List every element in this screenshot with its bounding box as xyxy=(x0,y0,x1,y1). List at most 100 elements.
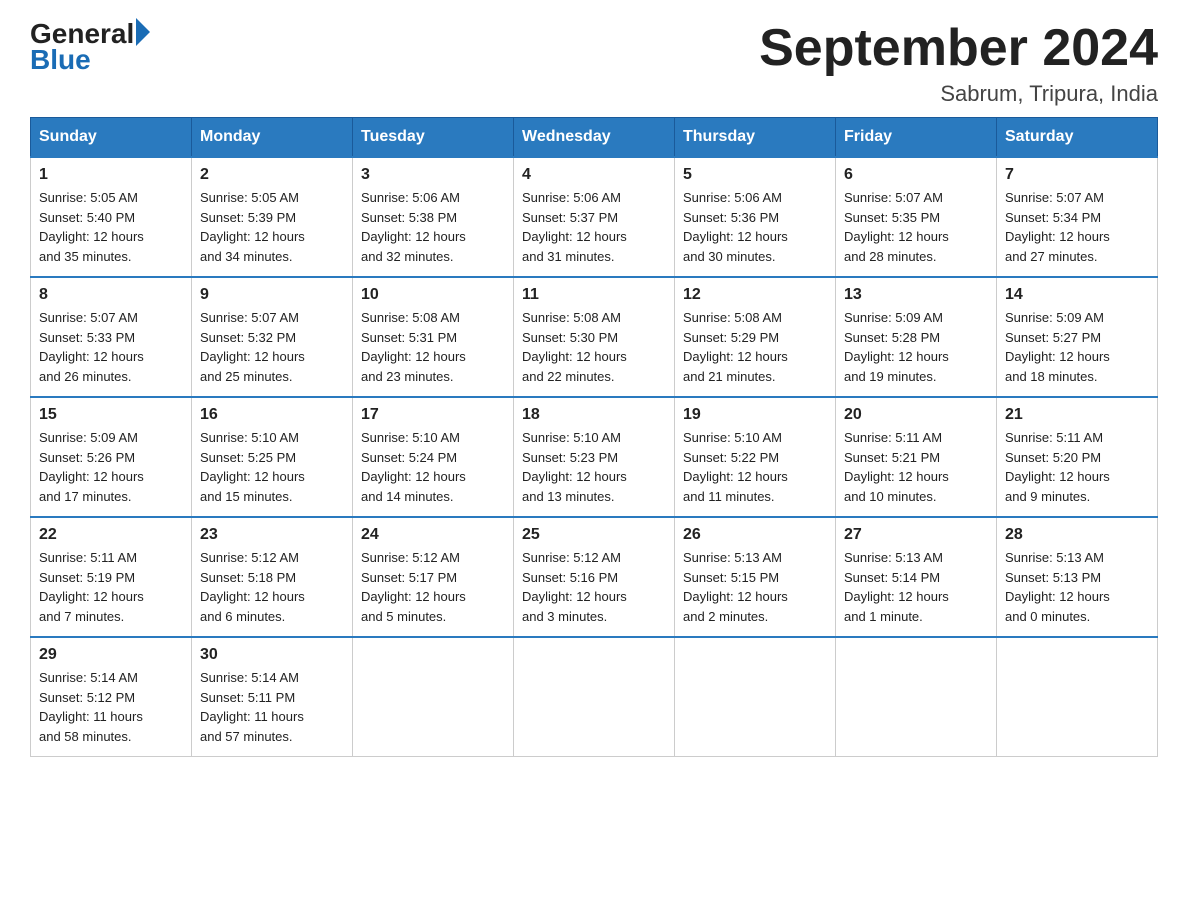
week-row-2: 8 Sunrise: 5:07 AMSunset: 5:33 PMDayligh… xyxy=(31,277,1158,397)
calendar-cell: 22 Sunrise: 5:11 AMSunset: 5:19 PMDaylig… xyxy=(31,517,192,637)
logo-arrow-icon xyxy=(136,18,150,46)
calendar-cell: 5 Sunrise: 5:06 AMSunset: 5:36 PMDayligh… xyxy=(675,157,836,277)
day-info: Sunrise: 5:05 AMSunset: 5:40 PMDaylight:… xyxy=(39,190,144,264)
week-row-3: 15 Sunrise: 5:09 AMSunset: 5:26 PMDaylig… xyxy=(31,397,1158,517)
day-info: Sunrise: 5:12 AMSunset: 5:17 PMDaylight:… xyxy=(361,550,466,624)
day-number: 17 xyxy=(361,406,505,424)
calendar-cell xyxy=(353,637,514,757)
calendar-cell: 21 Sunrise: 5:11 AMSunset: 5:20 PMDaylig… xyxy=(997,397,1158,517)
day-info: Sunrise: 5:09 AMSunset: 5:26 PMDaylight:… xyxy=(39,430,144,504)
month-title: September 2024 xyxy=(759,20,1158,77)
calendar-cell: 1 Sunrise: 5:05 AMSunset: 5:40 PMDayligh… xyxy=(31,157,192,277)
day-number: 24 xyxy=(361,526,505,544)
header-saturday: Saturday xyxy=(997,118,1158,158)
calendar-cell xyxy=(675,637,836,757)
title-area: September 2024 Sabrum, Tripura, India xyxy=(759,20,1158,107)
calendar-cell: 10 Sunrise: 5:08 AMSunset: 5:31 PMDaylig… xyxy=(353,277,514,397)
day-number: 7 xyxy=(1005,166,1149,184)
calendar-table: SundayMondayTuesdayWednesdayThursdayFrid… xyxy=(30,117,1158,757)
calendar-cell: 3 Sunrise: 5:06 AMSunset: 5:38 PMDayligh… xyxy=(353,157,514,277)
day-info: Sunrise: 5:10 AMSunset: 5:24 PMDaylight:… xyxy=(361,430,466,504)
calendar-cell: 11 Sunrise: 5:08 AMSunset: 5:30 PMDaylig… xyxy=(514,277,675,397)
day-number: 20 xyxy=(844,406,988,424)
day-number: 15 xyxy=(39,406,183,424)
day-number: 19 xyxy=(683,406,827,424)
calendar-cell: 24 Sunrise: 5:12 AMSunset: 5:17 PMDaylig… xyxy=(353,517,514,637)
week-row-4: 22 Sunrise: 5:11 AMSunset: 5:19 PMDaylig… xyxy=(31,517,1158,637)
header-thursday: Thursday xyxy=(675,118,836,158)
day-number: 14 xyxy=(1005,286,1149,304)
calendar-cell: 6 Sunrise: 5:07 AMSunset: 5:35 PMDayligh… xyxy=(836,157,997,277)
week-row-5: 29 Sunrise: 5:14 AMSunset: 5:12 PMDaylig… xyxy=(31,637,1158,757)
calendar-cell: 9 Sunrise: 5:07 AMSunset: 5:32 PMDayligh… xyxy=(192,277,353,397)
calendar-cell xyxy=(997,637,1158,757)
day-info: Sunrise: 5:07 AMSunset: 5:32 PMDaylight:… xyxy=(200,310,305,384)
day-info: Sunrise: 5:11 AMSunset: 5:21 PMDaylight:… xyxy=(844,430,949,504)
day-info: Sunrise: 5:06 AMSunset: 5:37 PMDaylight:… xyxy=(522,190,627,264)
day-info: Sunrise: 5:10 AMSunset: 5:22 PMDaylight:… xyxy=(683,430,788,504)
calendar-cell: 23 Sunrise: 5:12 AMSunset: 5:18 PMDaylig… xyxy=(192,517,353,637)
calendar-cell: 20 Sunrise: 5:11 AMSunset: 5:21 PMDaylig… xyxy=(836,397,997,517)
calendar-cell: 15 Sunrise: 5:09 AMSunset: 5:26 PMDaylig… xyxy=(31,397,192,517)
calendar-cell: 13 Sunrise: 5:09 AMSunset: 5:28 PMDaylig… xyxy=(836,277,997,397)
day-info: Sunrise: 5:09 AMSunset: 5:27 PMDaylight:… xyxy=(1005,310,1110,384)
day-info: Sunrise: 5:11 AMSunset: 5:20 PMDaylight:… xyxy=(1005,430,1110,504)
day-number: 30 xyxy=(200,646,344,664)
day-number: 26 xyxy=(683,526,827,544)
logo: General Blue xyxy=(30,20,150,76)
day-info: Sunrise: 5:14 AMSunset: 5:12 PMDaylight:… xyxy=(39,670,143,744)
day-number: 29 xyxy=(39,646,183,664)
header-friday: Friday xyxy=(836,118,997,158)
calendar-cell: 8 Sunrise: 5:07 AMSunset: 5:33 PMDayligh… xyxy=(31,277,192,397)
day-number: 1 xyxy=(39,166,183,184)
day-info: Sunrise: 5:10 AMSunset: 5:23 PMDaylight:… xyxy=(522,430,627,504)
day-number: 21 xyxy=(1005,406,1149,424)
day-info: Sunrise: 5:12 AMSunset: 5:16 PMDaylight:… xyxy=(522,550,627,624)
day-number: 28 xyxy=(1005,526,1149,544)
day-info: Sunrise: 5:11 AMSunset: 5:19 PMDaylight:… xyxy=(39,550,144,624)
calendar-cell: 30 Sunrise: 5:14 AMSunset: 5:11 PMDaylig… xyxy=(192,637,353,757)
header-sunday: Sunday xyxy=(31,118,192,158)
calendar-cell: 29 Sunrise: 5:14 AMSunset: 5:12 PMDaylig… xyxy=(31,637,192,757)
calendar-cell xyxy=(836,637,997,757)
day-number: 2 xyxy=(200,166,344,184)
day-number: 27 xyxy=(844,526,988,544)
day-number: 9 xyxy=(200,286,344,304)
day-number: 3 xyxy=(361,166,505,184)
calendar-cell: 26 Sunrise: 5:13 AMSunset: 5:15 PMDaylig… xyxy=(675,517,836,637)
calendar-cell xyxy=(514,637,675,757)
day-number: 25 xyxy=(522,526,666,544)
day-info: Sunrise: 5:08 AMSunset: 5:31 PMDaylight:… xyxy=(361,310,466,384)
day-number: 13 xyxy=(844,286,988,304)
calendar-cell: 28 Sunrise: 5:13 AMSunset: 5:13 PMDaylig… xyxy=(997,517,1158,637)
day-info: Sunrise: 5:08 AMSunset: 5:30 PMDaylight:… xyxy=(522,310,627,384)
calendar-cell: 7 Sunrise: 5:07 AMSunset: 5:34 PMDayligh… xyxy=(997,157,1158,277)
day-number: 4 xyxy=(522,166,666,184)
day-info: Sunrise: 5:13 AMSunset: 5:15 PMDaylight:… xyxy=(683,550,788,624)
day-info: Sunrise: 5:08 AMSunset: 5:29 PMDaylight:… xyxy=(683,310,788,384)
calendar-cell: 4 Sunrise: 5:06 AMSunset: 5:37 PMDayligh… xyxy=(514,157,675,277)
calendar-header-row: SundayMondayTuesdayWednesdayThursdayFrid… xyxy=(31,118,1158,158)
day-info: Sunrise: 5:07 AMSunset: 5:35 PMDaylight:… xyxy=(844,190,949,264)
header-wednesday: Wednesday xyxy=(514,118,675,158)
logo-blue: Blue xyxy=(30,44,91,76)
day-number: 6 xyxy=(844,166,988,184)
day-number: 22 xyxy=(39,526,183,544)
day-number: 10 xyxy=(361,286,505,304)
day-number: 18 xyxy=(522,406,666,424)
day-number: 11 xyxy=(522,286,666,304)
calendar-cell: 16 Sunrise: 5:10 AMSunset: 5:25 PMDaylig… xyxy=(192,397,353,517)
day-info: Sunrise: 5:12 AMSunset: 5:18 PMDaylight:… xyxy=(200,550,305,624)
day-number: 5 xyxy=(683,166,827,184)
day-number: 23 xyxy=(200,526,344,544)
day-info: Sunrise: 5:06 AMSunset: 5:36 PMDaylight:… xyxy=(683,190,788,264)
calendar-cell: 12 Sunrise: 5:08 AMSunset: 5:29 PMDaylig… xyxy=(675,277,836,397)
day-info: Sunrise: 5:07 AMSunset: 5:33 PMDaylight:… xyxy=(39,310,144,384)
calendar-cell: 19 Sunrise: 5:10 AMSunset: 5:22 PMDaylig… xyxy=(675,397,836,517)
calendar-cell: 14 Sunrise: 5:09 AMSunset: 5:27 PMDaylig… xyxy=(997,277,1158,397)
location-title: Sabrum, Tripura, India xyxy=(759,81,1158,107)
calendar-cell: 27 Sunrise: 5:13 AMSunset: 5:14 PMDaylig… xyxy=(836,517,997,637)
day-info: Sunrise: 5:05 AMSunset: 5:39 PMDaylight:… xyxy=(200,190,305,264)
day-number: 16 xyxy=(200,406,344,424)
day-info: Sunrise: 5:09 AMSunset: 5:28 PMDaylight:… xyxy=(844,310,949,384)
